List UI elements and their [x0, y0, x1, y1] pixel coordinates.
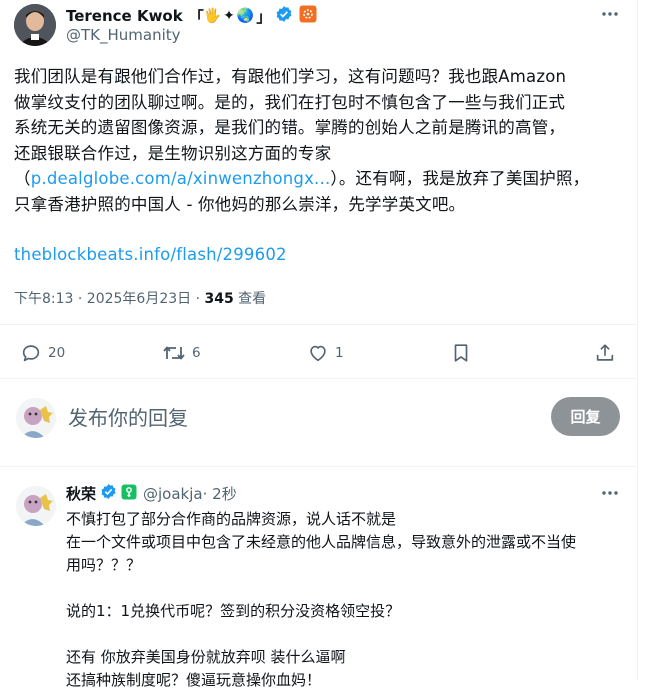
paren-open: （ [14, 169, 31, 188]
reply-line: 在一个文件或项目中包含了未经意的他人品牌信息，导致意外的泄露或不当使 [66, 533, 577, 551]
reply-time[interactable]: · 2秒 [203, 483, 237, 504]
subscriber-badge-icon [121, 484, 137, 504]
column-border [637, 0, 638, 680]
retweet-action[interactable]: 6 [162, 342, 201, 364]
verified-icon [100, 483, 117, 504]
reply-icon [20, 342, 42, 364]
author-handle[interactable]: @TK_Humanity [66, 26, 181, 44]
more-icon[interactable] [600, 4, 620, 24]
tweet-line: 只拿香港护照的中国人 - 你他妈的那么崇洋，先学学英文吧。 [14, 194, 466, 214]
verified-icon [275, 5, 293, 27]
user-avatar[interactable] [16, 398, 56, 438]
tweet-body: 我们团队是有跟他们合作过，有跟他们学习，这有问题吗？我也跟Amazon 做掌纹支… [14, 64, 624, 268]
divider [0, 378, 637, 379]
more-icon[interactable] [600, 483, 620, 503]
reply-line: 说的1：1兑换代币呢？签到的积分没资格领空投？ [66, 602, 401, 620]
name-decoration-open: 「 [188, 7, 204, 26]
reply-body: 不慎打包了部分合作商的品牌资源，说人话不就是 在一个文件或项目中包含了未经意的他… [66, 508, 626, 692]
tweet-line: 系统无关的遗留图像资源，是我们的错。掌腾的创始人之前是腾讯的高管， [14, 118, 566, 137]
name-decoration-close: 」 [256, 7, 272, 26]
reply-line: 不慎打包了部分合作商的品牌资源，说人话不就是 [66, 510, 397, 528]
author-avatar[interactable] [14, 4, 56, 46]
views-count: 345 [204, 291, 234, 307]
author-name-row[interactable]: Terence Kwok 「 🖐✦🌏 」 [66, 5, 317, 27]
reply-action[interactable]: 20 [20, 342, 65, 364]
like-icon [307, 342, 329, 364]
divider [0, 466, 637, 467]
reply-line: 还搞种族制度呢？傻逼玩意操你血妈！ [66, 671, 322, 689]
views-label: 查看 [233, 291, 267, 307]
inline-link[interactable]: p.dealglobe.com/a/xinwenzhongx... [31, 169, 331, 188]
share-action[interactable] [594, 342, 616, 364]
after-link-text: ）。还有啊，我是放弃了美国护照， [330, 169, 590, 188]
tweet-line: 还跟银联合作过，是生物识别这方面的专家 [14, 143, 332, 163]
like-count: 1 [335, 345, 344, 361]
reply-author-avatar[interactable] [16, 486, 56, 526]
reply-author-name: 秋荣 [66, 485, 97, 503]
retweet-count: 6 [192, 345, 201, 361]
tweet-meta: 下午8:13 · 2025年6月23日 · 345 查看 [14, 288, 266, 308]
tweet-line: 做掌纹支付的团队聊过啊。是的，我们在打包时不慎包含了一些与我们正式 [14, 92, 566, 112]
divider [0, 324, 637, 325]
retweet-icon [162, 342, 186, 364]
tweet-link[interactable]: theblockbeats.info/flash/299602 [14, 242, 624, 268]
share-icon [594, 342, 616, 364]
like-action[interactable]: 1 [307, 342, 344, 364]
tweet-line-with-link: （p.dealglobe.com/a/xinwenzhongx...）。还有啊，… [14, 166, 624, 192]
affiliate-badge-icon[interactable] [299, 5, 317, 27]
reply-input[interactable]: 发布你的回复 [68, 402, 188, 431]
reply-button[interactable]: 回复 [551, 397, 620, 436]
bookmark-action[interactable] [450, 342, 472, 364]
reply-count: 20 [48, 345, 66, 361]
reply-line: 还有 你放弃美国身份就放弃呗 装什么逼啊 [66, 648, 346, 666]
bookmark-icon [450, 342, 472, 364]
tweet-line: 我们团队是有跟他们合作过，有跟他们学习，这有问题吗？我也跟Amazon [14, 67, 567, 86]
reply-line: 用吗？？？ [66, 556, 142, 574]
reply-gap [66, 577, 626, 600]
tweet-time[interactable]: 下午8:13 · 2025年6月23日 · [14, 291, 205, 307]
reply-author-row[interactable]: 秋荣 @joakja · 2秒 [66, 483, 237, 504]
author-name: Terence Kwok [66, 7, 183, 25]
reply-gap [66, 623, 626, 646]
reply-author-handle[interactable]: @joakja [143, 485, 203, 503]
name-emoji: 🖐✦🌏 [203, 8, 257, 24]
